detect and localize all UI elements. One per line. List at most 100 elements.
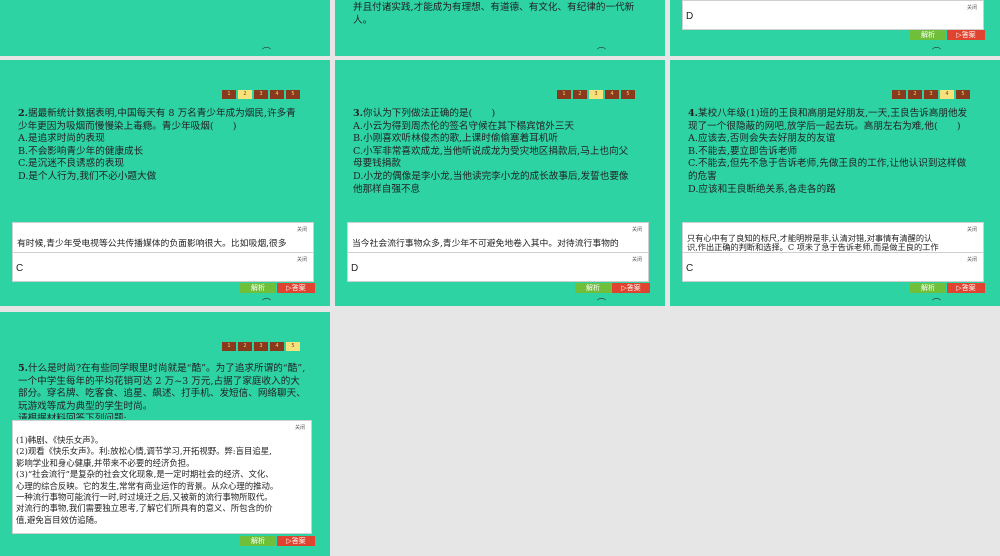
- question-nav: 1 2 3 4 5: [222, 90, 300, 99]
- question-number: 3.: [353, 108, 364, 119]
- close-button[interactable]: 关闭: [632, 226, 642, 233]
- slide-question-4: 1 2 3 4 5 4.某校八年级(1)班的王良和高朋是好朋友,一天,王良告诉高…: [670, 60, 1000, 306]
- answer-box: 关闭 D: [682, 0, 984, 30]
- explain-button[interactable]: 解析: [240, 283, 276, 293]
- nav-item-5[interactable]: 5: [621, 90, 635, 99]
- nav-item-4[interactable]: 4: [270, 342, 284, 351]
- question-line-1: 某校八年级(1)班的王良和高朋是好朋友,一天,王良告诉高朋他发: [698, 108, 968, 119]
- nav-item-4[interactable]: 4: [605, 90, 619, 99]
- answer-box: 关闭 C: [12, 252, 314, 282]
- slide-curl-icon: ⌒: [262, 48, 272, 56]
- question-line-2: 一个中学生每年的平均花销可达 2 万~3 万元,占据了家庭收入的大: [18, 375, 300, 387]
- question-nav: 1 2 3 4 5: [557, 90, 635, 99]
- nav-item-1[interactable]: 1: [222, 90, 236, 99]
- option-d-cont: 他那样自强不息: [353, 183, 421, 195]
- answer-line-7: 对流行的事物,我们需要独立思考,了解它们所具有的意义、所包含的价: [16, 503, 273, 514]
- option-d: D.是个人行为,我们不必小题大做: [18, 170, 157, 182]
- answer-line-3: 影响学业和身心健康,并带来不必要的经济负担。: [16, 457, 195, 468]
- nav-item-3[interactable]: 3: [254, 90, 268, 99]
- answer-line-2: (2)观看《快乐女声》。利:放松心情,调节学习,开拓视野。弊:盲目追星,: [16, 446, 272, 457]
- nav-item-3[interactable]: 3: [924, 90, 938, 99]
- question-line: 2.据最新统计数据表明,中国每天有 8 万名青少年成为烟民,许多青: [18, 108, 318, 121]
- answer-panel: 关闭 (1)韩剧、《快乐女声》。 (2)观看《快乐女声》。利:放松心情,调节学习…: [12, 420, 312, 534]
- nav-item-2[interactable]: 2: [238, 90, 252, 99]
- question-text: 2.据最新统计数据表明,中国每天有 8 万名青少年成为烟民,许多青 少年更因为吸…: [18, 108, 318, 184]
- option-c: C.是沉迷不良诱惑的表现: [18, 158, 124, 170]
- explain-button[interactable]: 解析: [240, 536, 276, 546]
- question-text: 4.某校八年级(1)班的王良和高朋是好朋友,一天,王良告诉高朋他发 现了一个很隐…: [688, 108, 993, 196]
- nav-item-1[interactable]: 1: [892, 90, 906, 99]
- slide-curl-icon: ⌒: [262, 299, 272, 306]
- option-d: D.应该和王良断绝关系,各走各的路: [688, 183, 836, 195]
- explanation-line-2: 识,作出正确的判断和选择。C 项未了急于告诉老师,而是做王良的工作: [687, 242, 939, 252]
- question-line-5: 请根据材料回答下列问题:: [18, 413, 127, 420]
- nav-item-1[interactable]: 1: [222, 342, 236, 351]
- close-button[interactable]: 关闭: [967, 4, 977, 11]
- explanation-box: 关闭 当今社会流行事物众多,青少年不可避免地卷入其中。对待流行事物的: [347, 222, 649, 254]
- question-line: 5.什么是时尚?在有些同学眼里时尚就是“酷”。为了追求所谓的“酷”,: [18, 363, 318, 376]
- answer-button[interactable]: ▷答案: [947, 30, 985, 40]
- question-line-1: 据最新统计数据表明,中国每天有 8 万名青少年成为烟民,许多青: [28, 108, 296, 119]
- option-b: B.小刚喜欢听林俊杰的歌,上课时偷偷塞着耳机听: [353, 133, 559, 145]
- nav-item-4[interactable]: 4: [270, 90, 284, 99]
- nav-item-5[interactable]: 5: [286, 90, 300, 99]
- close-button[interactable]: 关闭: [297, 226, 307, 233]
- nav-item-2[interactable]: 2: [238, 342, 252, 351]
- button-group: 解析 ▷答案: [240, 536, 315, 546]
- slide-top-left: ⌒: [0, 0, 330, 56]
- close-button[interactable]: 关闭: [967, 256, 977, 263]
- nav-item-3[interactable]: 3: [589, 90, 603, 99]
- answer-line-8: 值,避免盲目效仿追随。: [16, 514, 103, 525]
- nav-item-4[interactable]: 4: [940, 90, 954, 99]
- close-button[interactable]: 关闭: [632, 256, 642, 263]
- option-c: C.不能去,但先不急于告诉老师,先做王良的工作,让他认识到这样做: [688, 158, 967, 170]
- nav-item-2[interactable]: 2: [908, 90, 922, 99]
- answer-box: 关闭 D: [347, 252, 649, 282]
- button-group: 解析 ▷答案: [910, 283, 985, 293]
- question-number: 2.: [18, 108, 29, 119]
- close-button[interactable]: 关闭: [967, 226, 977, 233]
- slide-question-3: 1 2 3 4 5 3.你认为下列做法正确的是( ) A.小云为得到周杰伦的签名…: [335, 60, 665, 306]
- nav-item-3[interactable]: 3: [254, 342, 268, 351]
- slide-top-right: 关闭 D 解析 ▷答案 ⌒: [670, 0, 1000, 56]
- explain-button[interactable]: 解析: [575, 283, 611, 293]
- slide-top-middle: 并且付诸实践,才能成为有理想、有道德、有文化、有纪律的一代新人。 ⌒: [335, 0, 665, 56]
- nav-item-5[interactable]: 5: [956, 90, 970, 99]
- explain-button[interactable]: 解析: [910, 283, 946, 293]
- answer-button[interactable]: ▷答案: [277, 283, 315, 293]
- question-line: 4.某校八年级(1)班的王良和高朋是好朋友,一天,王良告诉高朋他发: [688, 108, 993, 121]
- explanation-box: 关闭 有时候,青少年受电视等公共传播媒体的负面影响很大。比如吸烟,很多: [12, 222, 314, 254]
- answer-line-6: 一种流行事物可能流行一时,时过境迁之后,又被新的流行事物所取代。: [16, 492, 273, 503]
- nav-item-1[interactable]: 1: [557, 90, 571, 99]
- question-line-4: 玩游戏等成为典型的学生时尚。: [18, 400, 153, 412]
- answer-value: C: [686, 263, 694, 274]
- answer-button-label: 答案: [961, 31, 976, 39]
- close-button[interactable]: 关闭: [297, 256, 307, 263]
- answer-button[interactable]: ▷答案: [612, 283, 650, 293]
- nav-item-2[interactable]: 2: [573, 90, 587, 99]
- explanation-text: 当今社会流行事物众多,青少年不可避免地卷入其中。对待流行事物的: [352, 239, 619, 249]
- option-a: A.是追求时尚的表现: [18, 133, 105, 145]
- question-line-2: 少年更因为吸烟而慢慢染上毒瘾。青少年吸烟( ): [18, 120, 237, 132]
- explanation-box: 关闭 只有心中有了良知的标尺,才能明辨是非,认清对错,对事情有清醒的认 识,作出…: [682, 222, 984, 254]
- option-b: B.不会影响青少年的健康成长: [18, 145, 144, 157]
- answer-button[interactable]: ▷答案: [277, 536, 315, 546]
- answer-line-1: (1)韩剧、《快乐女声》。: [16, 435, 104, 445]
- explanation-text: 有时候,青少年受电视等公共传播媒体的负面影响很大。比如吸烟,很多: [17, 239, 287, 249]
- question-line-1: 你认为下列做法正确的是( ): [363, 108, 496, 119]
- option-c-cont: 的危害: [688, 170, 717, 182]
- option-c: C.小军非常喜欢成龙,当他听说成龙为受灾地区捐款后,马上也向父: [353, 145, 629, 157]
- nav-item-5[interactable]: 5: [286, 342, 300, 351]
- question-nav: 1 2 3 4 5: [892, 90, 970, 99]
- explain-button[interactable]: 解析: [910, 30, 946, 40]
- answer-button[interactable]: ▷答案: [947, 283, 985, 293]
- answer-button-label: 答案: [626, 284, 641, 292]
- slide-curl-icon: ⌒: [597, 48, 607, 56]
- option-a: A.应该去,否则会失去好朋友的友谊: [688, 133, 836, 145]
- question-number: 4.: [688, 108, 699, 119]
- question-nav: 1 2 3 4 5: [222, 342, 300, 351]
- answer-text: (1)韩剧、《快乐女声》。 (2)观看《快乐女声》。利:放松心情,调节学习,开拓…: [16, 435, 308, 526]
- slide-curl-icon: ⌒: [597, 299, 607, 306]
- close-button[interactable]: 关闭: [295, 424, 305, 431]
- button-group: 解析 ▷答案: [575, 283, 650, 293]
